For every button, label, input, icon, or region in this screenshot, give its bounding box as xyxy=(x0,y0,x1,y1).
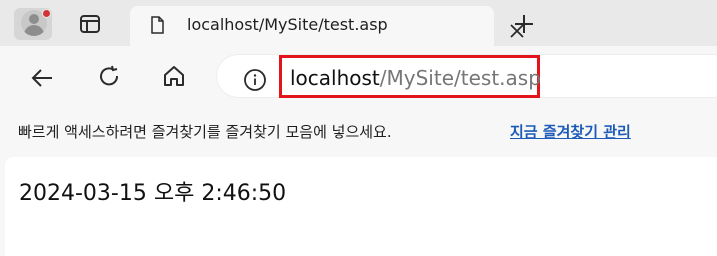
avatar-head xyxy=(29,14,39,24)
browser-window: localhost/MySite/test.asp localhost/MySi… xyxy=(0,0,717,256)
page-timestamp: 2024-03-15 오후 2:46:50 xyxy=(19,181,287,206)
back-arrow-icon[interactable] xyxy=(30,66,54,90)
active-tab[interactable]: localhost/MySite/test.asp xyxy=(130,6,524,46)
url-text[interactable]: localhost/MySite/test.asp xyxy=(290,66,541,90)
profile-button[interactable] xyxy=(14,8,52,40)
notification-dot xyxy=(42,9,51,18)
favorites-bar: 빠르게 액세스하려면 즐겨찾기를 즐겨찾기 모음에 넣으세요. 지금 즐겨찾기 … xyxy=(0,109,717,155)
info-icon[interactable] xyxy=(243,68,267,92)
reload-icon[interactable] xyxy=(97,65,121,89)
page-content: 2024-03-15 오후 2:46:50 xyxy=(5,157,717,256)
home-icon[interactable] xyxy=(162,64,186,88)
tab-strip: localhost/MySite/test.asp xyxy=(0,0,717,46)
favorites-message: 빠르게 액세스하려면 즐겨찾기를 즐겨찾기 모음에 넣으세요. xyxy=(18,123,392,141)
url-host: localhost xyxy=(290,66,380,90)
page-icon xyxy=(150,16,165,34)
toolbar: localhost/MySite/test.asp xyxy=(0,46,717,109)
manage-favorites-link[interactable]: 지금 즐겨찾기 관리 xyxy=(510,121,631,142)
tab-title: localhost/MySite/test.asp xyxy=(187,15,388,34)
plus-icon[interactable] xyxy=(514,14,534,34)
avatar-shoulders xyxy=(24,25,44,36)
url-path: /MySite/test.asp xyxy=(379,66,541,90)
tab-actions-icon[interactable] xyxy=(80,15,100,33)
